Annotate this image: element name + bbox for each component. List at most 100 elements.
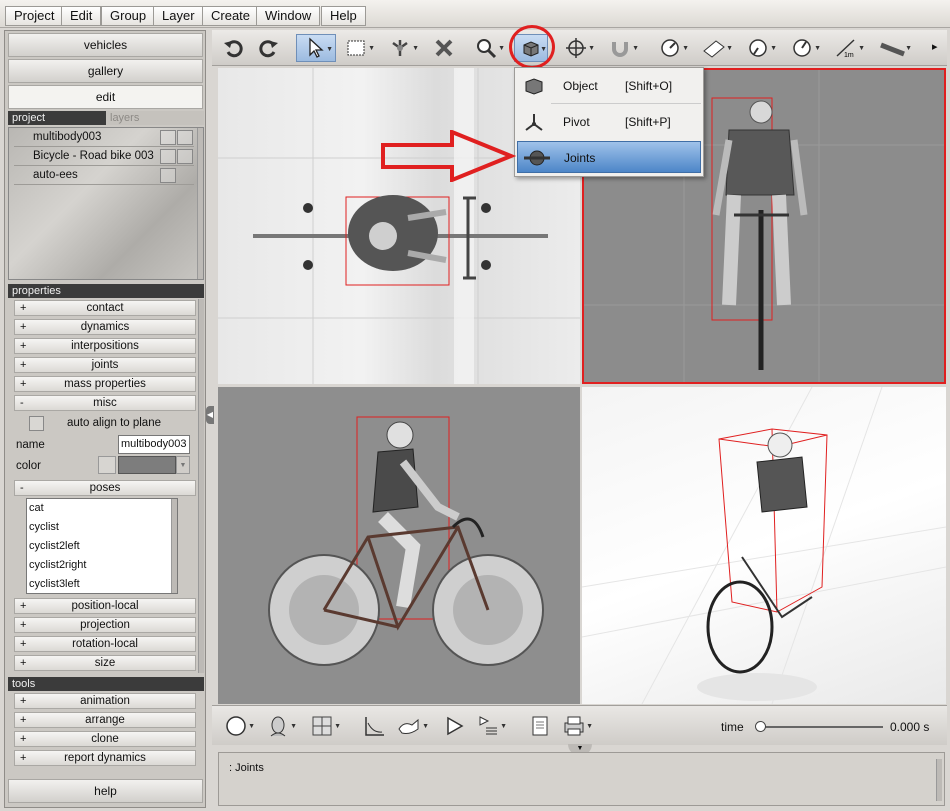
document-icon[interactable]	[526, 712, 554, 740]
list-item[interactable]: cyclist2right	[27, 556, 177, 575]
rect-select-icon[interactable]: ▼	[342, 34, 375, 62]
prop-misc[interactable]: - misc	[14, 395, 196, 411]
tape-icon[interactable]: ▼	[876, 34, 912, 62]
menu-help[interactable]: Help	[321, 6, 366, 26]
prop-label: rotation-local	[72, 638, 138, 650]
prop-mass-properties[interactable]: + mass properties	[14, 376, 196, 392]
tab-project[interactable]: project	[8, 111, 106, 125]
status-scrollbar[interactable]	[936, 759, 942, 801]
prop-label: projection	[80, 619, 130, 631]
speed-icon[interactable]: ▼	[788, 34, 821, 62]
edit-button[interactable]: edit	[8, 85, 203, 109]
tab-layers[interactable]: layers	[106, 111, 204, 125]
prop-dynamics[interactable]: + dynamics	[14, 319, 196, 335]
tool-clone[interactable]: + clone	[14, 731, 196, 747]
play-list-icon[interactable]: ▼	[474, 712, 507, 740]
toolbar-more-icon[interactable]: ▸	[932, 40, 938, 53]
prop-poses[interactable]: - poses	[14, 480, 196, 496]
zoom-icon[interactable]: ▼	[472, 34, 505, 62]
menu-bar: Project Edit Group Layer Create Window H…	[0, 0, 950, 28]
prop-projection[interactable]: + projection	[14, 617, 196, 633]
cat-pose-icon[interactable]: ▼	[396, 712, 429, 740]
graph-icon[interactable]	[360, 712, 388, 740]
viewport-perspective[interactable]	[582, 387, 946, 704]
pivot-icon	[523, 112, 545, 132]
properties-scrollbar[interactable]	[198, 299, 204, 673]
time-value: 0.000 s	[890, 720, 930, 734]
gallery-button[interactable]: gallery	[8, 59, 203, 83]
collapse-panel-handle[interactable]: ◀	[206, 406, 214, 424]
list-item[interactable]: cyclist2left	[27, 537, 177, 556]
color-swatch[interactable]	[118, 456, 176, 474]
chevron-down-icon: ▼	[858, 45, 865, 52]
prop-joints[interactable]: + joints	[14, 357, 196, 373]
menu-item-joints[interactable]: Joints	[517, 141, 701, 173]
color-picker-button[interactable]	[98, 456, 116, 474]
tool-arrange[interactable]: + arrange	[14, 712, 196, 728]
mannequin-icon[interactable]: ▼	[264, 712, 297, 740]
select-arrow-icon[interactable]: ▼	[296, 34, 336, 62]
measure-icon[interactable]: 1m ▼	[832, 34, 865, 62]
expand-icon: +	[20, 378, 27, 390]
lock-toggle[interactable]	[177, 130, 193, 145]
tree-scrollbar[interactable]	[197, 128, 203, 279]
name-field[interactable]: multibody003	[118, 435, 190, 454]
tree-item[interactable]: multibody003	[14, 128, 194, 147]
properties-header: properties	[8, 284, 204, 298]
time-slider-track[interactable]	[759, 726, 883, 728]
help-button[interactable]: help	[8, 779, 203, 803]
list-item[interactable]: cat	[27, 499, 177, 518]
menu-create[interactable]: Create	[202, 6, 260, 26]
lock-toggle[interactable]	[177, 149, 193, 164]
protractor-icon[interactable]: ▼	[744, 34, 777, 62]
menu-item-pivot[interactable]: Pivot [Shift+P]	[517, 106, 701, 138]
ruler-icon[interactable]: ▼	[700, 34, 733, 62]
auto-align-checkbox[interactable]	[29, 416, 44, 431]
print-icon[interactable]: ▼	[560, 712, 593, 740]
visibility-toggle[interactable]	[160, 168, 176, 183]
grid-layout-icon[interactable]: ▼	[308, 712, 341, 740]
prop-position-local[interactable]: + position-local	[14, 598, 196, 614]
menu-layer[interactable]: Layer	[153, 6, 204, 26]
prop-rotation-local[interactable]: + rotation-local	[14, 636, 196, 652]
chevron-down-icon: ▼	[368, 45, 375, 52]
menu-divider	[551, 103, 701, 104]
menu-project[interactable]: Project	[5, 6, 64, 26]
list-item[interactable]: cyclist3left	[27, 575, 177, 594]
viewport-side[interactable]	[218, 387, 580, 704]
menu-group[interactable]: Group	[101, 6, 156, 26]
magnet-icon[interactable]: ▼	[606, 34, 639, 62]
prop-label: poses	[89, 482, 121, 494]
tree-item[interactable]: auto-ees	[14, 166, 194, 185]
shortcut-label: [Shift+O]	[625, 79, 673, 93]
sphere-icon[interactable]: ▼	[222, 712, 255, 740]
expand-icon: +	[20, 638, 27, 650]
delete-icon[interactable]	[430, 34, 458, 62]
list-item[interactable]: cyclist	[27, 518, 177, 537]
prop-contact[interactable]: + contact	[14, 300, 196, 316]
pivot-tool-icon[interactable]: ▼	[386, 34, 419, 62]
redo-icon[interactable]	[254, 34, 282, 62]
tool-report-dynamics[interactable]: + report dynamics	[14, 750, 196, 766]
menu-window[interactable]: Window	[256, 6, 321, 26]
cube-icon	[523, 76, 545, 96]
color-dropdown-chevron-icon[interactable]: ▼	[176, 456, 190, 474]
visibility-toggle[interactable]	[160, 149, 176, 164]
visibility-toggle[interactable]	[160, 130, 176, 145]
tree-item[interactable]: Bicycle - Road bike 003	[14, 147, 194, 166]
menu-item-label: Object	[563, 79, 598, 93]
gauge-icon[interactable]: ▼	[656, 34, 689, 62]
prop-size[interactable]: + size	[14, 655, 196, 671]
move-icon[interactable]: ▼	[562, 34, 595, 62]
menu-item-label: Pivot	[563, 115, 590, 129]
poses-scrollbar[interactable]	[171, 499, 177, 593]
poses-list: cat cyclist cyclist2left cyclist2right c…	[26, 498, 178, 594]
time-slider-thumb[interactable]	[755, 721, 766, 732]
play-icon[interactable]	[440, 712, 468, 740]
menu-item-object[interactable]: Object [Shift+O]	[517, 70, 701, 102]
undo-icon[interactable]	[220, 34, 248, 62]
prop-interpositions[interactable]: + interpositions	[14, 338, 196, 354]
menu-edit[interactable]: Edit	[61, 6, 102, 26]
tool-animation[interactable]: + animation	[14, 693, 196, 709]
vehicles-button[interactable]: vehicles	[8, 33, 203, 57]
